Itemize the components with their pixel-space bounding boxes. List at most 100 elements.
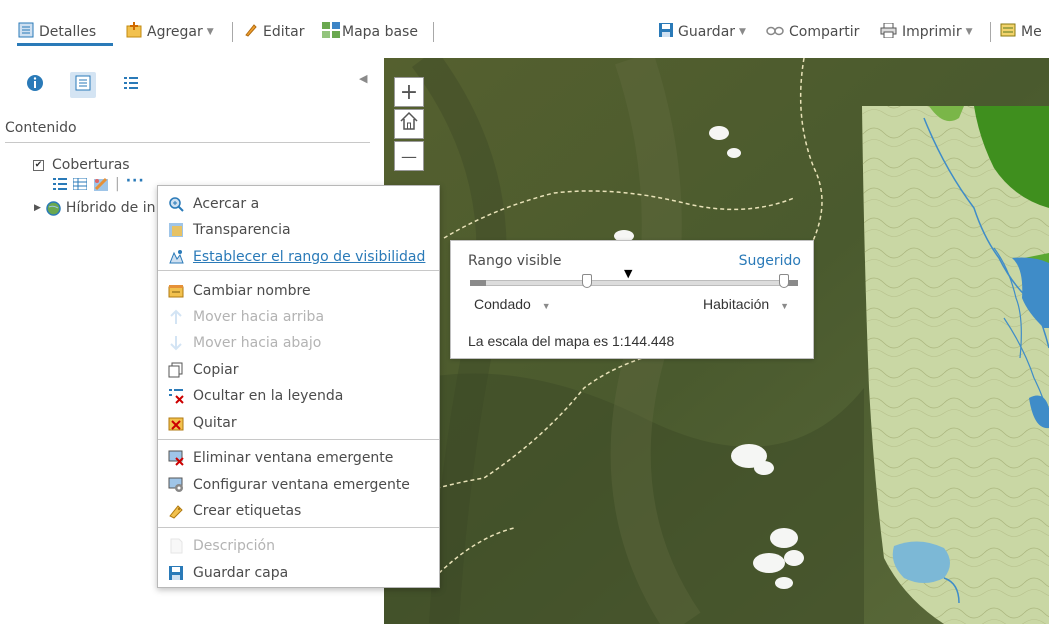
expand-triangle-icon[interactable]: ▶ bbox=[34, 203, 41, 213]
layer-name: Híbrido de in bbox=[65, 200, 156, 216]
chevron-down-icon: ▼ bbox=[541, 301, 551, 311]
content-list-icon bbox=[75, 75, 91, 95]
current-scale-marker-icon: ▼ bbox=[624, 267, 633, 280]
visible-range-popup: Rango visible Sugerido ▼ Condado ▼ Habit… bbox=[450, 240, 814, 359]
zoom-controls: + — bbox=[394, 77, 438, 173]
layer-item-coberturas[interactable]: ✔ Coberturas bbox=[33, 157, 130, 173]
labels-icon bbox=[168, 503, 184, 519]
menu-item-establecer-el-rango-de-visibilidad[interactable]: Establecer el rango de visibilidad bbox=[168, 247, 425, 267]
basemap-icon bbox=[322, 22, 340, 42]
pencil-icon bbox=[244, 23, 258, 41]
save-layer-icon bbox=[168, 565, 184, 581]
configure-popup-icon bbox=[168, 477, 184, 493]
map-scale-text: La escala del mapa es 1:144.448 bbox=[468, 333, 675, 349]
info-icon bbox=[26, 74, 44, 96]
save-icon bbox=[659, 23, 673, 41]
menu-item-eliminar-ventana-emergente[interactable]: Eliminar ventana emergente bbox=[168, 448, 393, 468]
menu-item-label: Ocultar en la leyenda bbox=[193, 388, 344, 404]
menu-item-label: Descripción bbox=[193, 538, 275, 554]
menu-item-mover-hacia-abajo: Mover hacia abajo bbox=[168, 333, 321, 353]
legend-icon bbox=[123, 75, 139, 95]
zoom-out-label: — bbox=[401, 146, 417, 166]
layer-item-basemap[interactable]: ▶ Híbrido de in bbox=[34, 200, 156, 216]
panel-tabs bbox=[24, 72, 166, 98]
menu-item-crear-etiquetas[interactable]: Crear etiquetas bbox=[168, 501, 301, 521]
save-button[interactable]: Guardar ▼ bbox=[659, 21, 746, 43]
share-label: Compartir bbox=[789, 24, 860, 40]
edit-label: Editar bbox=[263, 24, 305, 40]
min-scale-dropdown[interactable]: Condado ▼ bbox=[474, 296, 551, 312]
zoom-in-label: + bbox=[399, 79, 419, 105]
range-slider-min-fill bbox=[470, 280, 486, 286]
legend-toggle-icon[interactable] bbox=[53, 177, 67, 191]
menu-item-acercar-a[interactable]: Acercar a bbox=[168, 194, 259, 214]
description-icon bbox=[168, 538, 184, 554]
menu-item-transparencia[interactable]: Transparencia bbox=[168, 220, 291, 240]
range-slider-min-handle[interactable] bbox=[582, 274, 592, 288]
add-label: Agregar bbox=[147, 24, 203, 40]
edit-button[interactable]: Editar bbox=[244, 21, 304, 43]
home-icon bbox=[399, 111, 419, 137]
chevron-down-icon: ▼ bbox=[965, 27, 973, 37]
home-button[interactable] bbox=[394, 109, 424, 139]
menu-item-ocultar-en-la-leyenda[interactable]: Ocultar en la leyenda bbox=[168, 386, 343, 406]
menu-item-label: Acercar a bbox=[193, 196, 260, 212]
max-scale-dropdown[interactable]: Habitación ▼ bbox=[703, 296, 789, 312]
chevron-down-icon: ▼ bbox=[780, 301, 789, 311]
tools-divider: | bbox=[115, 176, 120, 192]
range-slider-max-handle[interactable] bbox=[779, 274, 789, 288]
layer-checkbox[interactable]: ✔ bbox=[33, 159, 44, 171]
menu-item-label: Eliminar ventana emergente bbox=[193, 450, 394, 466]
menu-divider bbox=[158, 439, 439, 440]
move-down-icon bbox=[168, 335, 184, 351]
main-toolbar: Detalles Agregar ▼ Editar Mapa base Guar… bbox=[0, 0, 1049, 58]
min-scale-label: Condado bbox=[474, 296, 531, 312]
heading-divider bbox=[5, 142, 370, 143]
add-icon bbox=[126, 22, 142, 42]
chevron-down-icon: ▼ bbox=[739, 27, 746, 37]
toolbar-divider bbox=[990, 22, 991, 42]
tab-content[interactable] bbox=[70, 72, 96, 98]
menu-item-guardar-capa[interactable]: Guardar capa bbox=[168, 563, 288, 583]
details-active-underline bbox=[17, 43, 113, 46]
menu-item-mover-hacia-arriba: Mover hacia arriba bbox=[168, 307, 324, 327]
menu-item-cambiar-nombre[interactable]: Cambiar nombre bbox=[168, 281, 311, 301]
menu-item-label: Guardar capa bbox=[193, 565, 289, 581]
tab-about[interactable] bbox=[24, 74, 46, 96]
measure-icon bbox=[1000, 22, 1016, 42]
basemap-button[interactable]: Mapa base bbox=[322, 21, 418, 43]
zoom-out-button[interactable]: — bbox=[394, 141, 424, 171]
change-style-icon[interactable] bbox=[93, 176, 109, 192]
max-scale-label: Habitación bbox=[703, 296, 770, 312]
zoom-to-icon bbox=[168, 196, 184, 212]
menu-item-label: Configurar ventana emergente bbox=[193, 477, 410, 493]
print-button[interactable]: Imprimir ▼ bbox=[880, 21, 973, 43]
basemap-label: Mapa base bbox=[342, 24, 418, 40]
measure-button[interactable]: Me bbox=[1000, 21, 1042, 43]
chevron-down-icon: ▼ bbox=[206, 27, 214, 37]
share-button[interactable]: Compartir bbox=[766, 21, 859, 43]
layer-name: Coberturas bbox=[52, 157, 130, 173]
menu-item-label: Transparencia bbox=[193, 222, 291, 238]
menu-item-configurar-ventana-emergente[interactable]: Configurar ventana emergente bbox=[168, 475, 410, 495]
add-button[interactable]: Agregar ▼ bbox=[126, 21, 214, 43]
layer-options-menu: Acercar a Transparencia Establecer el rang… bbox=[157, 185, 440, 588]
panel-heading: Contenido bbox=[5, 120, 77, 136]
toolbar-divider bbox=[232, 22, 233, 42]
toolbar-divider bbox=[433, 22, 434, 42]
tab-legend[interactable] bbox=[120, 74, 142, 96]
globe-icon bbox=[46, 200, 61, 216]
details-icon bbox=[18, 22, 34, 42]
share-link-icon bbox=[766, 24, 784, 40]
zoom-in-button[interactable]: + bbox=[394, 77, 424, 107]
table-icon[interactable] bbox=[73, 178, 87, 190]
copy-icon bbox=[168, 362, 184, 378]
suggested-link[interactable]: Sugerido bbox=[739, 253, 801, 269]
details-button[interactable]: Detalles bbox=[18, 21, 96, 43]
rename-icon bbox=[168, 283, 184, 299]
menu-item-quitar[interactable]: Quitar bbox=[168, 413, 237, 433]
collapse-panel-icon[interactable]: ◀ bbox=[359, 72, 367, 85]
more-options-icon[interactable]: ··· bbox=[126, 173, 145, 189]
range-slider-track[interactable] bbox=[470, 280, 798, 286]
menu-item-copiar[interactable]: Copiar bbox=[168, 360, 238, 380]
